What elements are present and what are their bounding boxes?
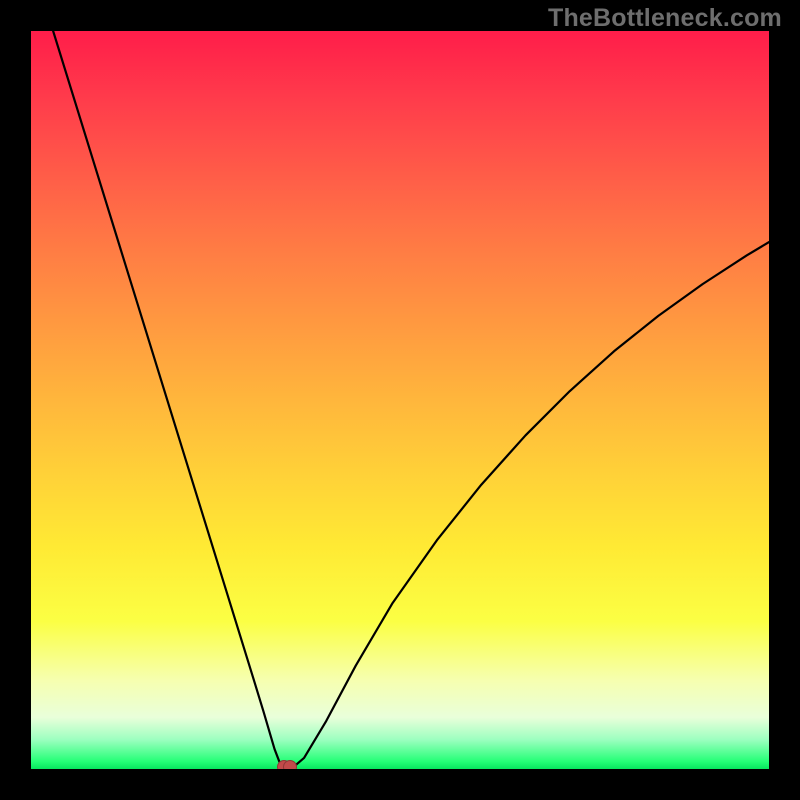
chart-marker bbox=[283, 760, 297, 770]
chart-frame bbox=[30, 30, 770, 770]
watermark-text: TheBottleneck.com bbox=[548, 4, 782, 33]
chart-markers-layer bbox=[31, 31, 769, 769]
